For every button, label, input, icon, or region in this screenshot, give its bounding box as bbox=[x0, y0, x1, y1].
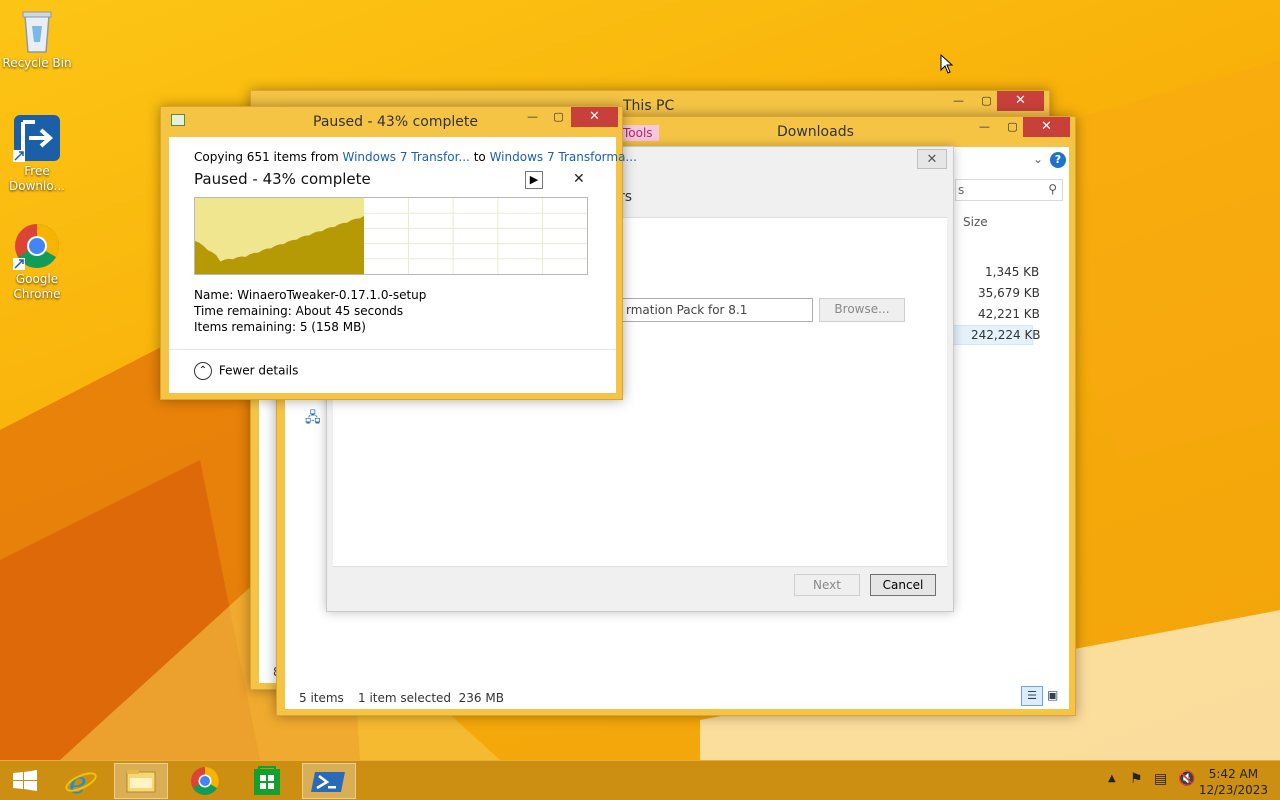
status-item-count: 5 items bbox=[299, 691, 344, 705]
name-value: WinaeroTweaker-0.17.1.0-setup bbox=[237, 288, 427, 302]
search-icon: ⚲ bbox=[1048, 182, 1057, 196]
desktop: Recycle Bin Free Downlo... Google Chrome… bbox=[0, 0, 1280, 760]
search-input[interactable]: s ⚲ bbox=[955, 179, 1063, 201]
copy-summary: Copying 651 items from Windows 7 Transfo… bbox=[194, 150, 637, 164]
desktop-icon-label: Recycle Bin bbox=[2, 56, 72, 70]
install-path-value: rmation Pack for 8.1 bbox=[626, 303, 748, 317]
minimize-button[interactable]: — bbox=[971, 117, 998, 137]
size-cell: 1,345 KB bbox=[985, 265, 1040, 279]
details-time-row: Time remaining: About 45 seconds bbox=[194, 304, 403, 318]
copy-icon bbox=[171, 114, 185, 126]
mouse-cursor-icon bbox=[940, 54, 954, 74]
chrome-icon bbox=[13, 222, 61, 270]
start-button[interactable] bbox=[0, 763, 50, 799]
fewer-details-toggle[interactable]: ⌃ Fewer details bbox=[194, 362, 298, 380]
network-icon[interactable]: ▤ bbox=[1154, 771, 1167, 787]
search-placeholder: s bbox=[958, 183, 965, 197]
column-header-size[interactable]: Size bbox=[963, 215, 988, 229]
desktop-icon-google-chrome[interactable]: Google Chrome bbox=[1, 222, 73, 302]
clock[interactable]: 5:42 AM 12/23/2023 bbox=[1199, 766, 1268, 798]
desktop-icon-label: Google Chrome bbox=[13, 272, 61, 301]
file-explorer-icon bbox=[126, 770, 156, 793]
to-word: to bbox=[473, 150, 486, 164]
details-items-row: Items remaining: 5 (158 MB) bbox=[194, 320, 366, 334]
powershell-icon bbox=[311, 772, 345, 792]
volume-muted-icon[interactable]: 🔇 bbox=[1178, 771, 1195, 787]
destination-link[interactable]: Windows 7 Transforma... bbox=[490, 150, 637, 164]
progress-chart bbox=[194, 197, 588, 275]
store-icon bbox=[254, 766, 280, 795]
time-label: Time remaining: bbox=[194, 304, 292, 318]
close-button[interactable]: ✕ bbox=[997, 91, 1044, 111]
next-button[interactable]: Next bbox=[794, 574, 860, 596]
size-cell: 35,679 KB bbox=[978, 286, 1040, 300]
status-selection: 1 item selected 236 MB bbox=[358, 691, 504, 705]
size-cell: 242,224 KB bbox=[971, 328, 1041, 342]
minimize-button[interactable]: — bbox=[519, 107, 546, 127]
help-icon[interactable]: ? bbox=[1050, 152, 1066, 168]
items-label: Items remaining: bbox=[194, 320, 297, 334]
close-button[interactable]: ✕ bbox=[1023, 117, 1070, 137]
network-icon[interactable]: 🖧 bbox=[305, 407, 321, 431]
items-value: 5 (158 MB) bbox=[299, 320, 366, 334]
copy-status-heading: Paused - 43% complete bbox=[194, 170, 371, 188]
chrome-icon bbox=[191, 767, 219, 795]
desktop-icon-label: Free Downlo... bbox=[9, 164, 65, 193]
action-center-flag-icon[interactable]: ⚑ bbox=[1130, 771, 1143, 787]
cancel-button[interactable]: Cancel bbox=[870, 574, 936, 596]
svg-text:e: e bbox=[69, 766, 87, 799]
maximize-button[interactable]: ▢ bbox=[545, 107, 572, 127]
desktop-icon-recycle-bin[interactable]: Recycle Bin bbox=[1, 6, 73, 71]
taskbar-store[interactable] bbox=[240, 763, 294, 799]
maximize-button[interactable]: ▢ bbox=[999, 117, 1026, 137]
copy-prefix: Copying 651 items from bbox=[194, 150, 339, 164]
resume-button[interactable]: ▶ bbox=[525, 171, 543, 189]
size-cell: 42,221 KB bbox=[978, 307, 1040, 321]
minimize-button[interactable]: — bbox=[945, 91, 972, 111]
copy-dialog-title: Paused - 43% complete bbox=[313, 114, 478, 130]
copy-dialog-client: Copying 651 items from Windows 7 Transfo… bbox=[169, 137, 637, 393]
fewer-details-label: Fewer details bbox=[218, 363, 299, 378]
recycle-bin-icon bbox=[13, 6, 61, 54]
taskbar: e ▲ ⚑ ▤ 🔇 5:42 AM 12/23/2023 bbox=[0, 760, 1280, 800]
maximize-button[interactable]: ▢ bbox=[973, 91, 1000, 111]
close-button[interactable]: ✕ bbox=[917, 149, 947, 169]
chevron-up-icon: ⌃ bbox=[194, 362, 212, 380]
source-link[interactable]: Windows 7 Transfor... bbox=[342, 150, 469, 164]
progress-graph bbox=[195, 198, 587, 274]
window-title: This PC bbox=[623, 98, 675, 114]
copy-progress-dialog[interactable]: Paused - 43% complete — ▢ ✕ Copying 651 … bbox=[160, 106, 637, 400]
taskbar-internet-explorer[interactable]: e bbox=[54, 763, 108, 800]
taskbar-powershell[interactable] bbox=[302, 763, 356, 799]
chevron-down-icon[interactable]: ⌄ bbox=[1033, 152, 1043, 166]
copy-dialog-titlebar[interactable]: Paused - 43% complete — ▢ ✕ bbox=[161, 107, 622, 137]
window-title: Downloads bbox=[777, 124, 854, 140]
ribbon-contextual-tab[interactable]: Tools bbox=[617, 125, 659, 141]
divider bbox=[169, 349, 616, 350]
taskbar-file-explorer[interactable] bbox=[114, 763, 168, 799]
clock-date: 12/23/2023 bbox=[1198, 783, 1268, 797]
name-label: Name: bbox=[194, 288, 234, 302]
internet-explorer-icon: e bbox=[65, 766, 97, 800]
details-name-row: Name: WinaeroTweaker-0.17.1.0-setup bbox=[194, 288, 426, 302]
start-icon bbox=[13, 770, 37, 791]
desktop-icon-free-download-manager[interactable]: Free Downlo... bbox=[1, 114, 73, 194]
large-icons-view-icon[interactable]: ▣ bbox=[1047, 688, 1058, 702]
clock-time: 5:42 AM bbox=[1208, 767, 1259, 781]
free-download-manager-icon bbox=[13, 114, 61, 162]
browse-button[interactable]: Browse... bbox=[819, 298, 905, 322]
show-hidden-icons[interactable]: ▲ bbox=[1108, 773, 1116, 784]
time-value: About 45 seconds bbox=[295, 304, 404, 318]
close-button[interactable]: ✕ bbox=[571, 107, 618, 127]
cancel-copy-icon[interactable]: ✕ bbox=[573, 171, 585, 187]
details-view-icon[interactable]: ☰ bbox=[1021, 686, 1043, 706]
taskbar-chrome[interactable] bbox=[178, 763, 232, 799]
